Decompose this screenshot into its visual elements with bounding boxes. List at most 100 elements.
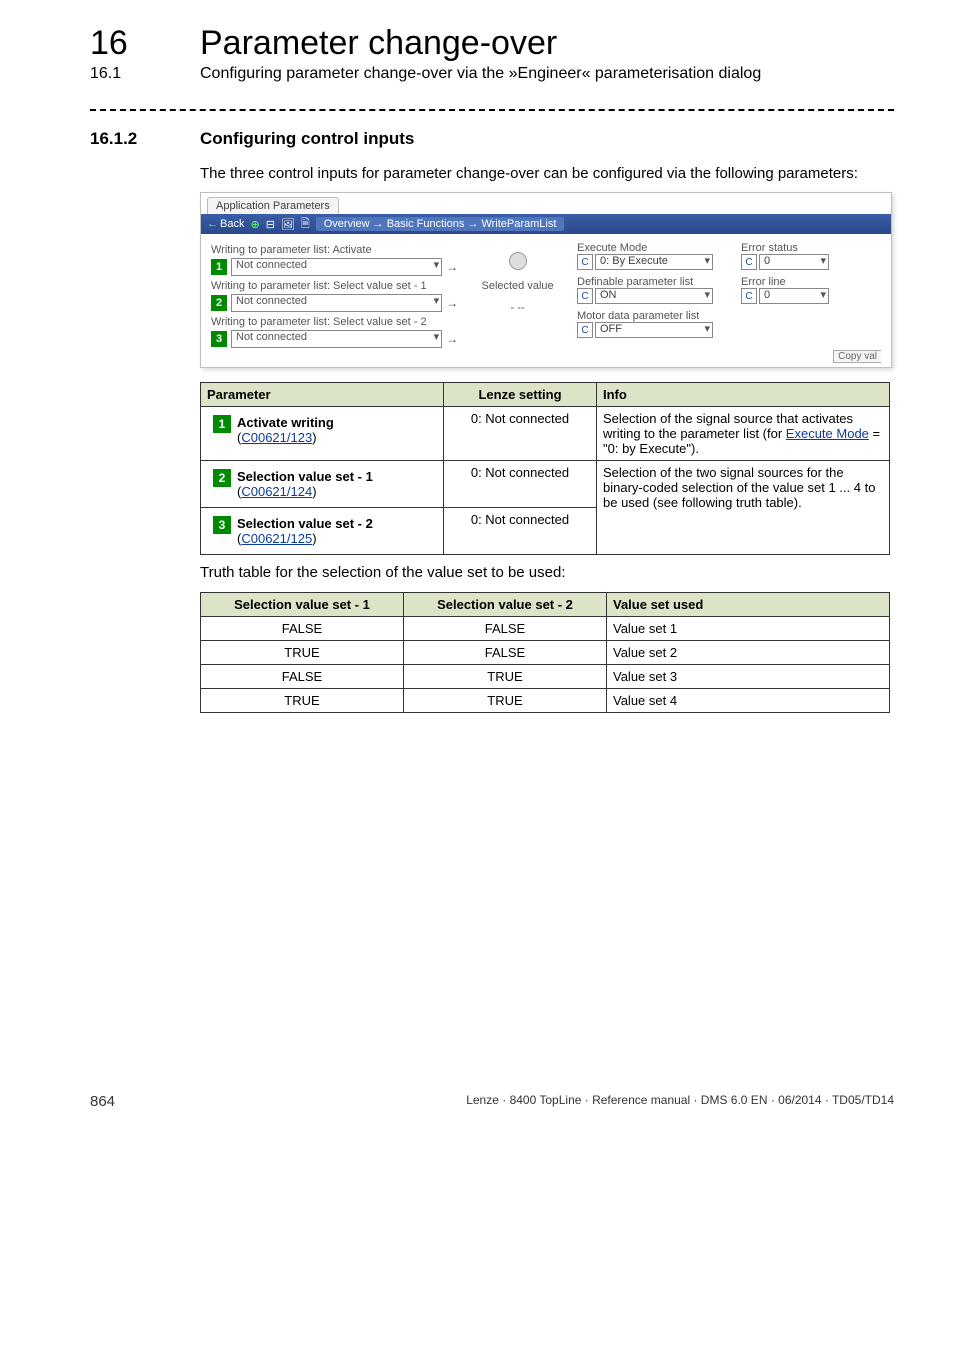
back-label: Back bbox=[220, 218, 244, 230]
truth-cell: TRUE bbox=[201, 640, 404, 664]
back-button[interactable]: ← Back bbox=[207, 218, 244, 230]
execute-mode-link[interactable]: Execute Mode bbox=[786, 426, 869, 441]
table-row: 2 Selection value set - 1 (C00621/124) 0… bbox=[201, 461, 890, 508]
app-tab-application-parameters[interactable]: Application Parameters bbox=[207, 197, 339, 214]
right-column: Execute Mode C 0: By Execute Error statu… bbox=[577, 242, 881, 348]
badge-2: 2 bbox=[211, 295, 227, 311]
c-button-definable[interactable]: C bbox=[577, 288, 593, 304]
truth-cell: FALSE bbox=[404, 640, 607, 664]
truth-header-1: Selection value set - 1 bbox=[201, 592, 404, 616]
row-badge: 2 bbox=[213, 469, 231, 487]
truth-cell: Value set 2 bbox=[607, 640, 890, 664]
execute-mode-label: Execute Mode bbox=[577, 242, 717, 254]
section-title: Configuring control inputs bbox=[200, 129, 414, 149]
status-led-icon bbox=[509, 252, 527, 270]
param-code-link[interactable]: C00621/123 bbox=[241, 430, 312, 445]
page-number: 864 bbox=[90, 1093, 115, 1110]
subsection-number: 16.1 bbox=[90, 65, 200, 83]
section-number: 16.1.2 bbox=[90, 129, 200, 149]
definable-row: Definable parameter list C ON Error line… bbox=[577, 276, 881, 304]
truth-cell: Value set 3 bbox=[607, 664, 890, 688]
truth-header-2: Selection value set - 2 bbox=[404, 592, 607, 616]
left-label-sel1: Writing to parameter list: Select value … bbox=[211, 280, 458, 292]
subsection-title: Configuring parameter change-over via th… bbox=[200, 65, 761, 83]
selected-value-label: Selected value bbox=[481, 280, 553, 292]
truth-cell: FALSE bbox=[201, 664, 404, 688]
collapse-icon: ⊟ bbox=[266, 218, 275, 231]
breadcrumb-path[interactable]: Overview → Basic Functions → WriteParamL… bbox=[316, 217, 565, 231]
intro-text: The three control inputs for parameter c… bbox=[200, 164, 894, 184]
image-button[interactable]: 🖼 bbox=[281, 218, 295, 231]
param-name: Selection value set - 1 bbox=[237, 469, 373, 484]
param-info: Selection of the two signal sources for … bbox=[597, 461, 890, 555]
c-button-line[interactable]: C bbox=[741, 288, 757, 304]
truth-header-3: Value set used bbox=[607, 592, 890, 616]
app-body: Writing to parameter list: Activate 1 No… bbox=[201, 234, 891, 350]
param-header-row: Parameter Lenze setting Info bbox=[201, 383, 890, 407]
truth-caption: Truth table for the selection of the val… bbox=[200, 563, 894, 583]
arrow-right-icon: → bbox=[446, 260, 458, 274]
truth-cell: FALSE bbox=[201, 616, 404, 640]
truth-cell: Value set 1 bbox=[607, 616, 890, 640]
error-status-label: Error status bbox=[741, 242, 881, 254]
c-button-status[interactable]: C bbox=[741, 254, 757, 270]
row-badge: 3 bbox=[213, 516, 231, 534]
expand-button[interactable]: ⊕ bbox=[250, 218, 259, 231]
truth-table: Selection value set - 1 Selection value … bbox=[200, 592, 890, 713]
copy-stub: Copy val bbox=[201, 350, 891, 367]
param-code-link[interactable]: C00621/124 bbox=[241, 484, 312, 499]
param-code-link[interactable]: C00621/125 bbox=[241, 531, 312, 546]
input-row-3: 3 Not connected → bbox=[211, 330, 458, 348]
arrow-right-icon: → bbox=[446, 296, 458, 310]
truth-cell: FALSE bbox=[404, 616, 607, 640]
picture-icon: 🖼 bbox=[281, 218, 295, 231]
execute-mode-row: Execute Mode C 0: By Execute Error statu… bbox=[577, 242, 881, 270]
c-button-motor[interactable]: C bbox=[577, 322, 593, 338]
arrow-left-icon: ← bbox=[207, 218, 218, 230]
left-column: Writing to parameter list: Activate 1 No… bbox=[211, 242, 458, 348]
left-label-activate: Writing to parameter list: Activate bbox=[211, 244, 458, 256]
table-row: TRUE TRUE Value set 4 bbox=[201, 688, 890, 712]
plus-circle-icon: ⊕ bbox=[250, 218, 259, 231]
badge-1: 1 bbox=[211, 259, 227, 275]
page-footer: 864 Lenze · 8400 TopLine · Reference man… bbox=[90, 1093, 894, 1110]
execute-mode-dropdown[interactable]: 0: By Execute bbox=[595, 254, 713, 270]
footer-text: Lenze · 8400 TopLine · Reference manual … bbox=[466, 1093, 894, 1110]
error-line-label: Error line bbox=[741, 276, 881, 288]
motor-data-dropdown[interactable]: OFF bbox=[595, 322, 713, 338]
app-toolbar: ← Back ⊕ ⊟ 🖼 🗎 Overview → Basic Function… bbox=[201, 214, 891, 234]
param-header-info: Info bbox=[597, 383, 890, 407]
param-name: Selection value set - 2 bbox=[237, 516, 373, 531]
page-icon-toolbar: 🗎 bbox=[301, 215, 310, 234]
section-heading: 16.1.2 Configuring control inputs bbox=[90, 129, 894, 149]
definable-label: Definable parameter list bbox=[577, 276, 717, 288]
table-row: FALSE FALSE Value set 1 bbox=[201, 616, 890, 640]
error-status-field[interactable]: 0 bbox=[759, 254, 829, 270]
c-button-execute[interactable]: C bbox=[577, 254, 593, 270]
truth-header-row: Selection value set - 1 Selection value … bbox=[201, 592, 890, 616]
doc-button[interactable]: 🗎 bbox=[301, 215, 310, 234]
select-value-2-dropdown[interactable]: Not connected bbox=[231, 330, 442, 348]
select-value-1-dropdown[interactable]: Not connected bbox=[231, 294, 442, 312]
param-setting: 0: Not connected bbox=[444, 508, 597, 555]
copy-value-button[interactable]: Copy val bbox=[833, 350, 881, 363]
input-row-1: 1 Not connected → bbox=[211, 258, 458, 276]
table-row: FALSE TRUE Value set 3 bbox=[201, 664, 890, 688]
selected-value-display: - -- bbox=[511, 302, 525, 314]
table-row: TRUE FALSE Value set 2 bbox=[201, 640, 890, 664]
subsection-heading: 16.1 Configuring parameter change-over v… bbox=[90, 65, 894, 83]
param-info: Selection of the signal source that acti… bbox=[597, 407, 890, 461]
chapter-title: Parameter change-over bbox=[200, 24, 557, 63]
activate-dropdown[interactable]: Not connected bbox=[231, 258, 442, 276]
page: 16 Parameter change-over 16.1 Configurin… bbox=[0, 0, 954, 1170]
input-row-2: 2 Not connected → bbox=[211, 294, 458, 312]
collapse-button[interactable]: ⊟ bbox=[266, 218, 275, 231]
error-line-field[interactable]: 0 bbox=[759, 288, 829, 304]
divider bbox=[90, 109, 894, 111]
truth-cell: TRUE bbox=[404, 664, 607, 688]
param-setting: 0: Not connected bbox=[444, 461, 597, 508]
truth-cell: Value set 4 bbox=[607, 688, 890, 712]
motor-data-label: Motor data parameter list bbox=[577, 310, 717, 322]
param-header-parameter: Parameter bbox=[201, 383, 444, 407]
definable-dropdown[interactable]: ON bbox=[595, 288, 713, 304]
